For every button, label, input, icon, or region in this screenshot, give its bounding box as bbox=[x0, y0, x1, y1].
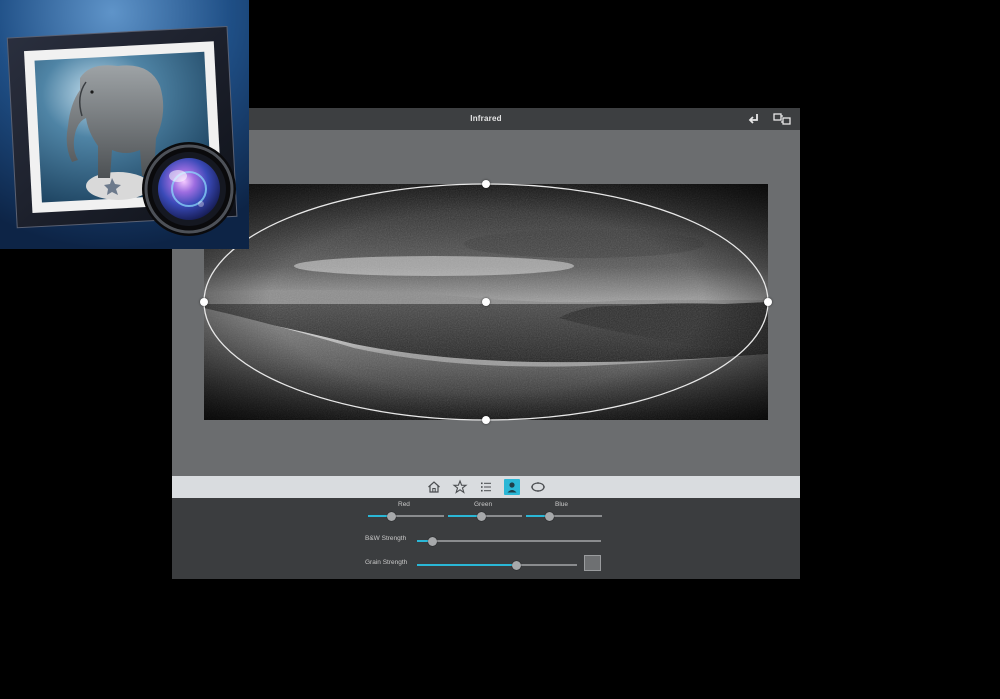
blue-slider-knob[interactable] bbox=[544, 512, 554, 521]
mask-handle-top[interactable] bbox=[482, 180, 490, 188]
bw-strength-slider-knob[interactable] bbox=[427, 537, 437, 546]
blue-slider[interactable] bbox=[526, 512, 602, 521]
person-icon[interactable] bbox=[504, 479, 520, 495]
green-slider[interactable] bbox=[448, 512, 522, 521]
title-bar: Infrared bbox=[172, 108, 800, 130]
grain-strength-label: Grain Strength bbox=[365, 559, 408, 566]
before-after-compare-icon[interactable] bbox=[772, 111, 792, 127]
grain-strength-slider[interactable] bbox=[417, 561, 577, 570]
red-label: Red bbox=[398, 501, 410, 508]
star-icon[interactable] bbox=[452, 479, 468, 495]
mask-handle-left[interactable] bbox=[200, 298, 208, 306]
home-icon[interactable] bbox=[426, 479, 442, 495]
bw-strength-slider[interactable] bbox=[417, 537, 601, 546]
blue-label: Blue bbox=[555, 501, 569, 508]
adjustment-panel: Red Green Blue B&W Strength Grain Streng… bbox=[172, 498, 800, 579]
green-slider-fill bbox=[448, 515, 482, 517]
red-slider-knob[interactable] bbox=[386, 512, 396, 521]
mask-handle-right[interactable] bbox=[764, 298, 772, 306]
red-slider[interactable] bbox=[368, 512, 444, 521]
ellipse-mask-overlay[interactable] bbox=[194, 174, 804, 504]
list-icon[interactable] bbox=[478, 479, 494, 495]
app-window: Infrared Red Green Blue B&W Strength Gra… bbox=[172, 108, 800, 579]
tool-bar bbox=[172, 476, 800, 498]
grain-strength-slider-knob[interactable] bbox=[512, 561, 522, 570]
mask-handle-center[interactable] bbox=[482, 298, 490, 306]
bw-strength-label: B&W Strength bbox=[365, 535, 407, 542]
elephant-on-ball-photo-frame-with-camera-lens-icon bbox=[0, 0, 249, 249]
window-title: Infrared bbox=[470, 114, 502, 123]
green-label: Green bbox=[474, 501, 493, 508]
mask-handle-bottom[interactable] bbox=[482, 416, 490, 424]
grain-preview-swatch[interactable] bbox=[584, 555, 601, 571]
green-slider-knob[interactable] bbox=[477, 512, 487, 521]
return-arrow-icon[interactable] bbox=[746, 111, 762, 127]
ellipse-mask-icon[interactable] bbox=[530, 479, 546, 495]
grain-strength-slider-fill bbox=[417, 564, 517, 566]
